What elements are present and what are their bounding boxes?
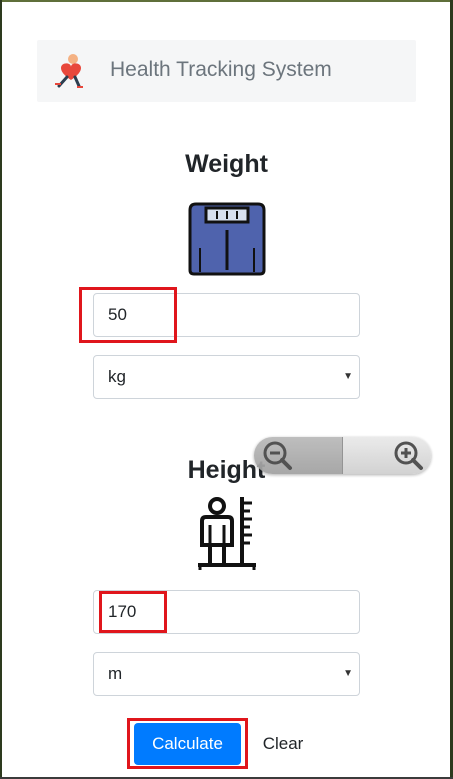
zoom-control — [254, 437, 431, 474]
window-frame-left — [0, 0, 2, 779]
window-frame-top — [0, 0, 453, 2]
zoom-out-icon[interactable] — [262, 440, 293, 471]
zoom-divider — [342, 437, 343, 474]
runner-heart-logo-icon[interactable] — [49, 50, 89, 90]
height-measure-icon — [196, 495, 258, 571]
weight-unit-value: kg — [108, 367, 126, 386]
height-unit-value: m — [108, 664, 123, 683]
brand-title[interactable]: Health Tracking System — [110, 58, 332, 82]
clear-button[interactable]: Clear — [252, 723, 314, 765]
height-input[interactable]: 170 — [93, 590, 360, 634]
caret-down-icon: ▼ — [343, 371, 353, 382]
weight-unit-select[interactable]: kg ▼ — [93, 355, 360, 399]
weight-input[interactable]: 50 — [93, 293, 360, 337]
calculate-button[interactable]: Calculate — [134, 723, 241, 765]
navbar: Health Tracking System — [37, 40, 416, 102]
bathroom-scale-icon — [186, 200, 268, 276]
zoom-in-icon[interactable] — [393, 440, 424, 471]
weight-heading: Weight — [185, 150, 268, 178]
caret-down-icon: ▼ — [343, 668, 353, 679]
height-unit-select[interactable]: m ▼ — [93, 652, 360, 696]
